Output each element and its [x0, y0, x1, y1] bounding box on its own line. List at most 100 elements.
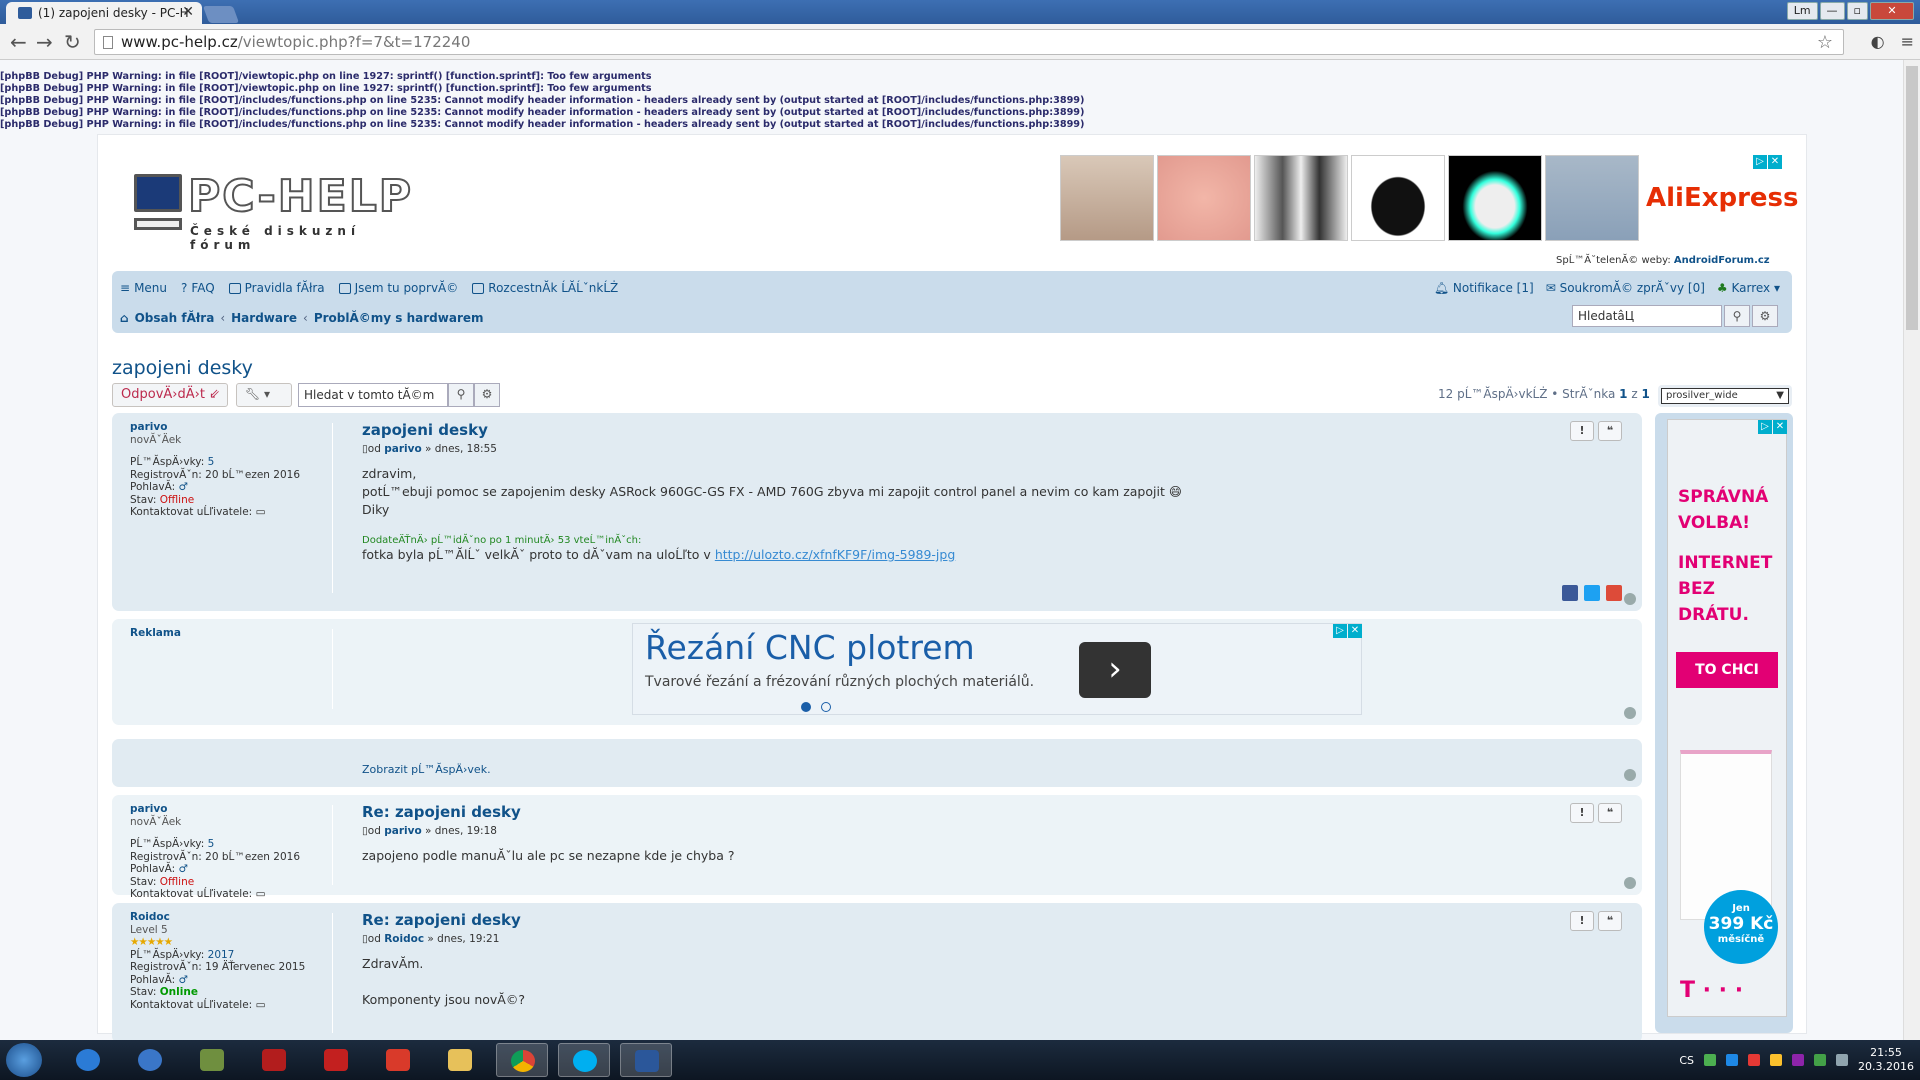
ad-product-image[interactable]	[1060, 155, 1154, 241]
breadcrumb-hardware-problems[interactable]: ProblĂ©my s hardwarem	[314, 311, 484, 325]
reload-icon[interactable]: ↻	[64, 30, 81, 54]
ad-cta-button[interactable]: TO CHCI	[1676, 652, 1778, 688]
bookmark-star-icon[interactable]: ☆	[1817, 32, 1833, 53]
report-button[interactable]: !	[1570, 803, 1594, 823]
back-to-top-icon[interactable]	[1624, 707, 1636, 719]
post-author-link[interactable]: parivo	[384, 443, 421, 455]
taskbar-app-chrome-beta[interactable]	[124, 1043, 176, 1077]
topic-search-button[interactable]: ⚲	[448, 383, 474, 407]
ad-product-image[interactable]	[1545, 155, 1639, 241]
post-count[interactable]: 2017	[208, 949, 235, 961]
taskbar-app-word[interactable]	[620, 1043, 672, 1077]
aliexpress-banner-ad[interactable]: AliExpress ▷ ✕	[1060, 155, 1799, 243]
ad-product-image[interactable]	[1448, 155, 1542, 241]
post-link[interactable]: http://ulozto.cz/xfnfKF9F/img-5989-jpg	[715, 547, 955, 562]
breadcrumb-hardware[interactable]: Hardware	[231, 311, 297, 325]
tray-icon[interactable]	[1748, 1054, 1761, 1066]
forward-arrow-icon[interactable]: →	[36, 30, 53, 54]
back-to-top-icon[interactable]	[1624, 877, 1636, 889]
adchoices-icon[interactable]: ▷	[1753, 155, 1767, 169]
total-pages[interactable]: 1	[1641, 387, 1649, 401]
topic-title[interactable]: zapojeni desky	[112, 357, 253, 379]
tray-icon[interactable]	[1704, 1054, 1717, 1066]
topic-advanced-search-button[interactable]: ⚙	[474, 383, 500, 407]
taskbar-app-explorer[interactable]	[434, 1043, 486, 1077]
quote-button[interactable]: ❝	[1598, 421, 1622, 441]
taskbar-app-burner[interactable]	[372, 1043, 424, 1077]
report-button[interactable]: !	[1570, 911, 1594, 931]
close-window-button[interactable]: ✕	[1870, 2, 1914, 20]
ad-product-image[interactable]	[1254, 155, 1348, 241]
adchoices-icon[interactable]: ▷	[1758, 420, 1772, 434]
rules-link[interactable]: Pravidla fĂłra	[228, 281, 325, 295]
topic-tools-button[interactable]: 🔧︎ ▾	[236, 383, 292, 407]
twitter-icon[interactable]	[1584, 585, 1600, 601]
telekom-side-ad[interactable]: ▷ ✕ SPRÁVNÁ VOLBA! INTERNET BEZ DRÁTU. TO …	[1667, 419, 1787, 1017]
carousel-dot[interactable]	[821, 702, 831, 712]
crossroads-link[interactable]: RozcestnĂ­k ĹĂ­ĹˇnkĹŻ	[472, 281, 618, 295]
google-plus-icon[interactable]	[1606, 585, 1622, 601]
contact-icon[interactable]: ▭	[256, 506, 266, 518]
private-messages-link[interactable]: ✉ SoukromĂ© zprĂˇvy [0]	[1546, 281, 1705, 295]
forum-search-input[interactable]: HledatâЦ	[1572, 305, 1722, 327]
post-title[interactable]: Re: zapojeni desky	[362, 803, 1612, 821]
browser-tab[interactable]: (1) zapojeni desky - PC-H ✕	[6, 2, 202, 24]
clock[interactable]: 21:55 20.3.2016	[1858, 1046, 1914, 1074]
search-button[interactable]: ⚲	[1724, 305, 1750, 327]
breadcrumb-forum-index[interactable]: Obsah fĂłra	[135, 311, 215, 325]
advanced-search-button[interactable]: ⚙	[1752, 305, 1778, 327]
maximize-button[interactable]: ▫	[1846, 2, 1868, 20]
page-scrollbar[interactable]	[1903, 60, 1920, 1044]
show-post-link[interactable]: Zobrazit pĹ™ĂspÄ›vek.	[362, 761, 491, 779]
tray-icon[interactable]	[1770, 1054, 1783, 1066]
taskbar-app-cpuz[interactable]	[248, 1043, 300, 1077]
tray-icon[interactable]	[1792, 1054, 1805, 1066]
network-icon[interactable]	[1814, 1054, 1827, 1066]
taskbar-app-chrome-canary[interactable]	[62, 1043, 114, 1077]
taskbar-app-monitor[interactable]	[186, 1043, 238, 1077]
language-indicator[interactable]: CS	[1679, 1054, 1694, 1067]
minimize-button[interactable]: —	[1819, 2, 1845, 20]
menu-link[interactable]: ≡ Menu	[120, 281, 167, 295]
topic-search-input[interactable]: Hledat v tomto tĂ©m	[298, 383, 448, 407]
aliexpress-logo[interactable]: AliExpress	[1646, 183, 1799, 213]
post-title[interactable]: Re: zapojeni desky	[362, 911, 1612, 929]
faq-link[interactable]: ? FAQ	[181, 281, 215, 295]
first-time-link[interactable]: Jsem tu poprvĂ©	[338, 281, 458, 295]
taskbar-app-chrome[interactable]	[496, 1043, 548, 1077]
site-logo[interactable]: PC-HELP České diskuzní fórum	[134, 173, 434, 252]
post-author[interactable]: parivo	[130, 421, 310, 434]
post-author[interactable]: parivo	[130, 803, 310, 816]
user-profile-link[interactable]: ♣ Karrex ▾	[1717, 281, 1780, 295]
back-arrow-icon[interactable]: ←	[10, 30, 27, 54]
taskbar-app-aida64[interactable]	[310, 1043, 362, 1077]
ad-close-icon[interactable]: ✕	[1773, 420, 1787, 434]
contact-icon[interactable]: ▭	[256, 888, 266, 900]
contact-icon[interactable]: ▭	[256, 999, 266, 1011]
tab-close-icon[interactable]: ✕	[182, 4, 194, 20]
tray-icon[interactable]	[1726, 1054, 1739, 1066]
quote-button[interactable]: ❝	[1598, 911, 1622, 931]
chrome-menu-icon[interactable]: ≡	[1901, 32, 1914, 51]
back-to-top-icon[interactable]	[1624, 769, 1636, 781]
reply-button[interactable]: OdpovÄ›dÄ›t ⇙	[112, 383, 228, 407]
ad-arrow-button[interactable]: ›	[1079, 642, 1151, 698]
back-to-top-icon[interactable]	[1624, 593, 1636, 605]
ad-product-image[interactable]	[1351, 155, 1445, 241]
carousel-dot-active[interactable]	[801, 702, 811, 712]
report-button[interactable]: !	[1570, 421, 1594, 441]
style-select[interactable]: prosilver_wide ▼	[1661, 388, 1789, 404]
ad-title[interactable]: Řezání CNC plotrem	[645, 628, 975, 667]
notifications-link[interactable]: 🔔︎ Notifikace [1]	[1434, 281, 1534, 295]
volume-icon[interactable]	[1836, 1054, 1849, 1066]
quote-button[interactable]: ❝	[1598, 803, 1622, 823]
post-author-link[interactable]: parivo	[384, 825, 421, 837]
taskbar-app-skype[interactable]	[558, 1043, 610, 1077]
user-profile-button[interactable]: Lm	[1786, 2, 1818, 20]
post-count[interactable]: 5	[208, 838, 215, 850]
cnc-banner-ad[interactable]: Řezání CNC plotrem Tvarové řezání a fréz…	[632, 623, 1362, 715]
start-button[interactable]	[6, 1043, 42, 1077]
ad-close-icon[interactable]: ✕	[1348, 624, 1362, 638]
scrollbar-thumb[interactable]	[1906, 66, 1918, 330]
post-count[interactable]: 5	[208, 456, 215, 468]
